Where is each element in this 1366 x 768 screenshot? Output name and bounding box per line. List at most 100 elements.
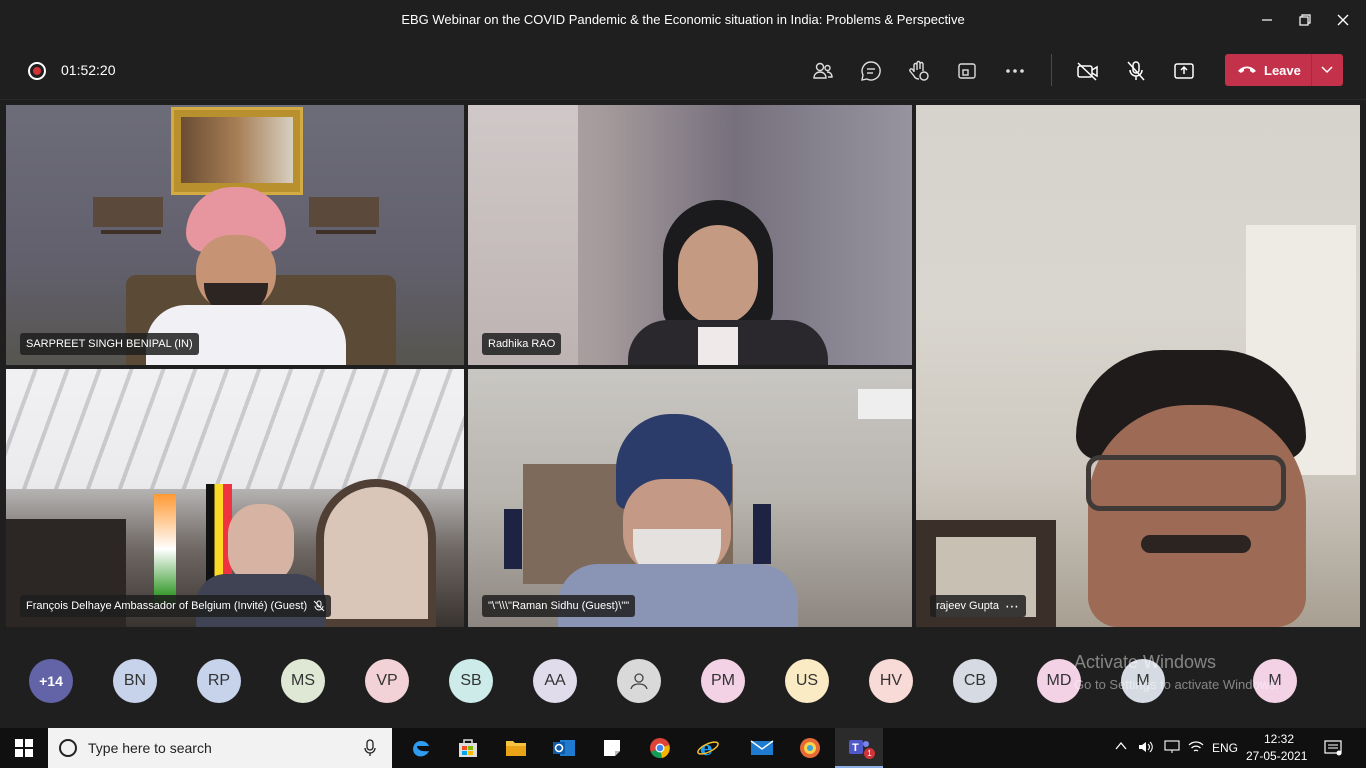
participant-name-tag: "\"\\\"Raman Sidhu (Guest)\"" [482, 595, 636, 617]
notification-badge: 1 [864, 748, 875, 759]
title-bar: EBG Webinar on the COVID Pandemic & the … [0, 0, 1366, 40]
rooms-icon[interactable] [954, 58, 980, 84]
more-options-icon[interactable] [1002, 58, 1028, 84]
sticky-notes-icon[interactable] [588, 728, 636, 768]
participant-avatar[interactable]: SB [449, 659, 493, 703]
phone-hangup-icon [1238, 66, 1256, 73]
video-tile[interactable]: "\"\\\"Raman Sidhu (Guest)\"" [468, 369, 912, 627]
network-icon[interactable] [1164, 740, 1180, 757]
video-tile[interactable]: rajeev Gupta ⋯ [916, 105, 1360, 627]
shelf [101, 230, 161, 234]
action-center-icon[interactable] [1324, 740, 1342, 759]
lamp [753, 504, 771, 564]
input-language[interactable]: ENG [1212, 741, 1238, 755]
chrome-icon[interactable] [636, 728, 684, 768]
leave-button[interactable]: Leave [1225, 54, 1343, 86]
wifi-icon[interactable] [1188, 740, 1204, 757]
lamp [504, 509, 522, 569]
painting-image [181, 117, 293, 183]
participant-avatar[interactable]: AA [533, 659, 577, 703]
camera-off-icon[interactable] [1075, 58, 1101, 84]
share-screen-icon[interactable] [1171, 58, 1197, 84]
raise-hand-icon[interactable] [906, 58, 932, 84]
collar [698, 327, 738, 365]
internet-explorer-icon[interactable]: e [684, 728, 732, 768]
edge-icon[interactable] [396, 728, 444, 768]
clock-time[interactable]: 12:32 [1264, 732, 1294, 746]
participant-avatar[interactable]: VP [365, 659, 409, 703]
person-icon [630, 673, 648, 690]
teams-icon[interactable]: T 1 [835, 728, 883, 768]
participant-avatar[interactable] [617, 659, 661, 703]
svg-text:T: T [852, 742, 859, 754]
activate-windows-subtitle: Go to Settings to activate Windows. [1074, 677, 1280, 692]
svg-text:e: e [700, 737, 713, 759]
volume-icon[interactable] [1138, 740, 1154, 757]
toolbar-divider [1051, 54, 1052, 86]
chevron-up-icon[interactable] [1115, 740, 1127, 755]
moustache [1141, 535, 1251, 553]
chat-icon[interactable] [858, 58, 884, 84]
start-button[interactable] [0, 728, 48, 768]
mail-icon[interactable] [738, 728, 786, 768]
participant-name-tag: François Delhaye Ambassador of Belgium (… [20, 595, 332, 617]
arched-window [316, 479, 436, 627]
participants-icon[interactable] [810, 58, 836, 84]
participant-avatar[interactable]: US [785, 659, 829, 703]
meeting-toolbar: 01:52:20 Leave [0, 40, 1366, 100]
flag [154, 494, 176, 604]
participant-name-tag: Radhika RAO [482, 333, 562, 355]
bookshelf [309, 197, 379, 227]
participant-name: "\"\\\"Raman Sidhu (Guest)\"" [488, 600, 630, 612]
participant-avatar[interactable]: BN [113, 659, 157, 703]
participant-strip: +14 BN RP MS VP SB AA PM US HV CB MD M M… [0, 632, 1366, 728]
leave-divider [1311, 54, 1312, 86]
wall-light [468, 105, 578, 365]
restore-icon[interactable] [1293, 8, 1317, 32]
participant-name: rajeev Gupta [936, 600, 999, 612]
recording-icon [28, 62, 46, 80]
participant-name: François Delhaye Ambassador of Belgium (… [26, 600, 308, 612]
search-icon [59, 739, 77, 757]
chevron-down-icon[interactable] [1320, 64, 1334, 76]
bookshelf [93, 197, 163, 227]
participant-name-tag: rajeev Gupta ⋯ [930, 595, 1026, 617]
search-placeholder: Type here to search [88, 740, 212, 756]
outlook-icon[interactable] [540, 728, 588, 768]
leave-label: Leave [1264, 63, 1301, 78]
video-tile[interactable]: François Delhaye Ambassador of Belgium (… [6, 369, 464, 627]
participant-avatar[interactable]: CB [953, 659, 997, 703]
ceiling [6, 369, 464, 489]
air-conditioner [858, 389, 912, 419]
window-title: EBG Webinar on the COVID Pandemic & the … [401, 12, 965, 27]
video-tile[interactable]: SARPREET SINGH BENIPAL (IN) [6, 105, 464, 365]
photos-icon[interactable] [786, 728, 834, 768]
participant-avatar[interactable]: HV [869, 659, 913, 703]
mic-muted-icon [313, 600, 325, 612]
microphone-icon[interactable] [364, 739, 376, 757]
face [1088, 405, 1306, 627]
face [228, 504, 294, 584]
participant-avatar[interactable]: PM [701, 659, 745, 703]
participant-avatar[interactable]: RP [197, 659, 241, 703]
more-options-icon[interactable]: ⋯ [1005, 595, 1020, 617]
eyeglasses [1086, 455, 1286, 511]
video-tile[interactable]: Radhika RAO [468, 105, 912, 365]
clock-date[interactable]: 27-05-2021 [1246, 749, 1307, 763]
participant-name-tag: SARPREET SINGH BENIPAL (IN) [20, 333, 199, 355]
minimize-icon[interactable] [1255, 8, 1279, 32]
windows-logo-icon [15, 739, 33, 757]
meeting-timer: 01:52:20 [61, 62, 116, 78]
more-participants-button[interactable]: +14 [29, 659, 73, 703]
participant-name: Radhika RAO [488, 338, 556, 350]
close-icon[interactable] [1331, 8, 1355, 32]
taskbar-search[interactable]: Type here to search [48, 728, 392, 768]
store-icon[interactable] [444, 728, 492, 768]
face [678, 225, 758, 325]
participant-name: SARPREET SINGH BENIPAL (IN) [26, 338, 193, 350]
file-explorer-icon[interactable] [492, 728, 540, 768]
participant-avatar[interactable]: MS [281, 659, 325, 703]
shelf [316, 230, 376, 234]
mic-off-icon[interactable] [1123, 58, 1149, 84]
activate-windows-title: Activate Windows [1074, 652, 1217, 672]
